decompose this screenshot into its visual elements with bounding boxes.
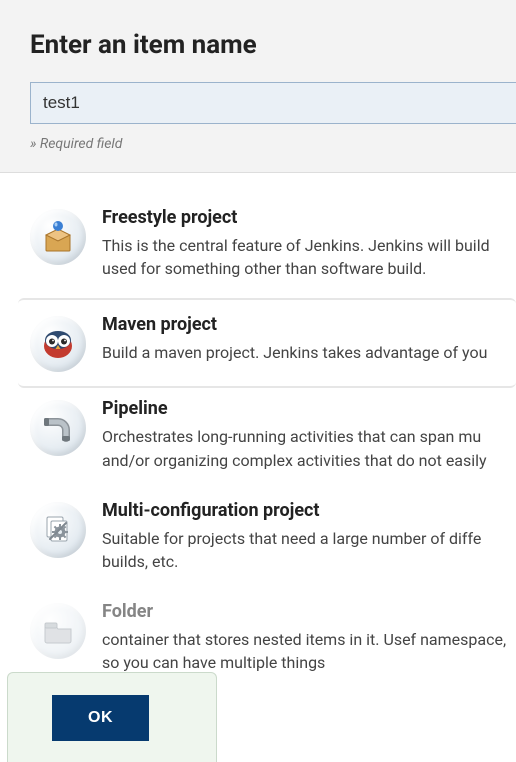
- pipe-icon: [30, 400, 86, 456]
- ok-button[interactable]: OK: [52, 695, 149, 741]
- header-section: Enter an item name » Required field: [0, 0, 516, 173]
- item-description: container that stores nested items in it…: [102, 628, 516, 674]
- footer-overlay: OK: [7, 672, 217, 762]
- files-gear-icon: [30, 502, 86, 558]
- item-title: Folder: [102, 601, 516, 622]
- package-icon: [30, 209, 86, 265]
- page-title: Enter an item name: [30, 30, 486, 60]
- item-type-list: Freestyle project This is the central fe…: [0, 173, 516, 693]
- item-description: Orchestrates long-running activities tha…: [102, 425, 516, 471]
- item-title: Freestyle project: [102, 207, 516, 228]
- item-title: Pipeline: [102, 398, 516, 419]
- item-description: Suitable for projects that need a large …: [102, 527, 516, 573]
- item-title: Multi-configuration project: [102, 500, 516, 521]
- item-description: This is the central feature of Jenkins. …: [102, 234, 516, 280]
- item-type-multiconfig[interactable]: Multi-configuration project Suitable for…: [0, 490, 516, 591]
- item-title: Maven project: [102, 314, 516, 335]
- item-type-pipeline[interactable]: Pipeline Orchestrates long-running activ…: [0, 388, 516, 489]
- item-type-freestyle[interactable]: Freestyle project This is the central fe…: [0, 197, 516, 298]
- required-field-note: » Required field: [30, 136, 486, 152]
- item-name-input[interactable]: [30, 82, 516, 124]
- item-type-maven[interactable]: Maven project Build a maven project. Jen…: [18, 298, 516, 388]
- item-description: Build a maven project. Jenkins takes adv…: [102, 341, 516, 364]
- folder-icon: [30, 603, 86, 659]
- owl-icon: [30, 316, 86, 372]
